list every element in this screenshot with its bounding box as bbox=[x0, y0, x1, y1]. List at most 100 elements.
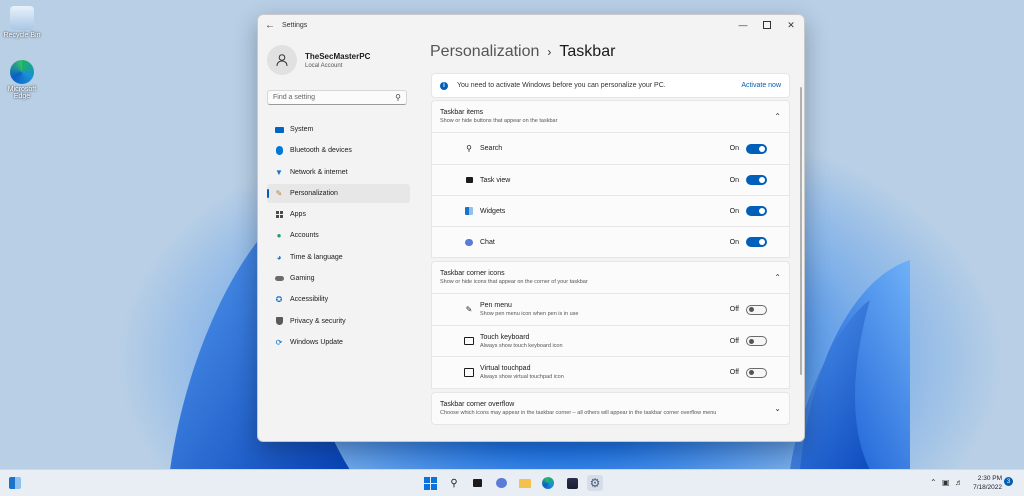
desktop-edge[interactable]: Microsoft Edge bbox=[0, 60, 44, 100]
start-button[interactable] bbox=[422, 475, 438, 491]
gamepad-icon bbox=[274, 274, 284, 284]
row-pen-menu: ✎ Pen menu Show pen menu icon when pen i… bbox=[431, 294, 790, 326]
sidebar-item-accounts[interactable]: ● Accounts bbox=[267, 226, 410, 245]
keyboard-icon bbox=[464, 336, 474, 346]
sidebar-item-system[interactable]: System bbox=[267, 120, 410, 139]
row-sublabel: Show pen menu icon when pen is in use bbox=[480, 311, 579, 317]
sidebar-item-label: Network & internet bbox=[290, 168, 348, 176]
notification-badge[interactable]: 3 bbox=[1004, 477, 1013, 486]
pen-menu-toggle[interactable] bbox=[746, 304, 767, 315]
taskbar-clock[interactable]: 2:30 PM 7/18/2022 bbox=[968, 474, 1002, 492]
settings-window: ← Settings — ✕ TheSecMasterPC Local Acco… bbox=[257, 14, 805, 442]
close-button[interactable]: ✕ bbox=[779, 15, 803, 35]
breadcrumb: Personalization › Taskbar bbox=[430, 43, 615, 61]
chevron-up-icon: ⌃ bbox=[774, 273, 781, 282]
accessibility-icon: ✪ bbox=[275, 295, 283, 305]
sidebar-item-label: Accounts bbox=[290, 232, 319, 240]
widgets-toggle[interactable] bbox=[746, 206, 767, 216]
section-subtitle: Show or hide icons that appear on the co… bbox=[440, 279, 588, 285]
search-input[interactable]: Find a setting ⚲ bbox=[267, 90, 407, 105]
breadcrumb-parent[interactable]: Personalization bbox=[430, 43, 539, 61]
close-icon: ✕ bbox=[787, 19, 795, 30]
row-chat: Chat On bbox=[431, 227, 790, 258]
task-view-toggle[interactable] bbox=[746, 175, 767, 185]
minimize-button[interactable]: — bbox=[731, 15, 755, 35]
sidebar-item-label: Gaming bbox=[290, 275, 315, 283]
globe-clock-icon: ◕ bbox=[276, 252, 282, 262]
sidebar-nav: System Bluetooth & devices ▼ Network & i… bbox=[267, 120, 410, 354]
edge-icon bbox=[542, 477, 554, 489]
maximize-button[interactable] bbox=[755, 15, 779, 35]
search-icon: ⚲ bbox=[466, 144, 472, 153]
task-view-button[interactable] bbox=[469, 475, 485, 491]
row-label: Chat bbox=[480, 238, 495, 246]
chevron-up-icon[interactable]: ⌃ bbox=[930, 478, 937, 487]
section-taskbar-corner-icons[interactable]: Taskbar corner icons Show or hide icons … bbox=[431, 261, 790, 294]
sidebar-item-network[interactable]: ▼ Network & internet bbox=[267, 163, 410, 182]
breadcrumb-separator: › bbox=[547, 45, 552, 59]
desktop-recycle-bin[interactable]: Recycle Bin bbox=[0, 6, 44, 39]
sidebar-item-accessibility[interactable]: ✪ Accessibility bbox=[267, 290, 410, 309]
activation-banner: i You need to activate Windows before yo… bbox=[431, 73, 790, 98]
sidebar-item-label: Privacy & security bbox=[290, 317, 346, 325]
section-taskbar-items[interactable]: Taskbar items Show or hide buttons that … bbox=[431, 100, 790, 133]
row-task-view: Task view On bbox=[431, 165, 790, 196]
sidebar-item-gaming[interactable]: Gaming bbox=[267, 269, 410, 288]
chat-toggle[interactable] bbox=[746, 237, 767, 247]
network-icon[interactable]: ▣ bbox=[942, 478, 950, 487]
search-toggle[interactable] bbox=[746, 143, 767, 154]
taskbar-search-button[interactable]: ⚲ bbox=[446, 475, 462, 491]
sidebar-item-label: Time & language bbox=[290, 253, 343, 261]
desktop-icon-label: Recycle Bin bbox=[3, 32, 41, 39]
clock-date: 7/18/2022 bbox=[973, 484, 1002, 491]
volume-icon[interactable]: ♬ bbox=[955, 478, 963, 487]
row-touch-keyboard: Touch keyboard Always show touch keyboar… bbox=[431, 326, 790, 357]
toggle-state: On bbox=[729, 238, 739, 246]
edge-button[interactable] bbox=[540, 475, 556, 491]
scrollbar[interactable] bbox=[800, 87, 802, 375]
chevron-up-icon: ⌃ bbox=[774, 112, 781, 121]
page-title: Taskbar bbox=[559, 43, 616, 60]
desktop-icon-label: Microsoft Edge bbox=[7, 86, 37, 100]
sidebar-item-time-language[interactable]: ◕ Time & language bbox=[267, 248, 410, 267]
recycle-bin-icon bbox=[10, 6, 34, 30]
touch-keyboard-toggle[interactable] bbox=[746, 336, 767, 346]
section-subtitle: Choose which icons may appear in the tas… bbox=[440, 410, 717, 416]
row-label: Search bbox=[480, 145, 503, 152]
section-taskbar-corner-overflow[interactable]: Taskbar corner overflow Choose which ico… bbox=[431, 392, 790, 425]
sidebar-item-bluetooth[interactable]: Bluetooth & devices bbox=[267, 141, 410, 160]
settings-taskbar-button[interactable]: ⚙ bbox=[587, 475, 603, 491]
touchpad-icon bbox=[464, 368, 474, 378]
folder-icon bbox=[519, 478, 531, 488]
widgets-icon bbox=[9, 477, 21, 489]
bluetooth-icon bbox=[274, 146, 284, 156]
brush-icon: ✎ bbox=[275, 188, 283, 198]
taskbar: ⚲ ⚙ ⌃ ▣ ♬ bbox=[0, 469, 1024, 496]
user-profile[interactable]: TheSecMasterPC Local Account bbox=[267, 45, 370, 75]
virtual-touchpad-toggle[interactable] bbox=[746, 367, 767, 378]
row-label: Task view bbox=[480, 176, 511, 184]
back-arrow-icon: ← bbox=[265, 19, 275, 31]
sidebar-item-windows-update[interactable]: ⟳ Windows Update bbox=[267, 333, 410, 352]
file-explorer-button[interactable] bbox=[517, 475, 533, 491]
back-button[interactable]: ← bbox=[258, 15, 282, 35]
sidebar-item-personalization[interactable]: ✎ Personalization bbox=[267, 183, 410, 203]
toggle-state: Off bbox=[729, 337, 739, 345]
gear-icon: ⚙ bbox=[589, 476, 601, 490]
row-sublabel: Always show virtual touchpad icon bbox=[480, 374, 564, 380]
banner-message: You need to activate Windows before you … bbox=[457, 82, 666, 89]
sidebar-item-label: Accessibility bbox=[290, 296, 329, 304]
chat-button[interactable] bbox=[493, 475, 509, 491]
activate-now-link[interactable]: Activate now bbox=[741, 82, 781, 89]
sidebar-item-privacy-security[interactable]: Privacy & security bbox=[267, 312, 410, 331]
maximize-icon bbox=[763, 21, 771, 29]
store-button[interactable] bbox=[564, 475, 580, 491]
sidebar-item-apps[interactable]: Apps bbox=[267, 205, 410, 224]
section-title: Taskbar corner overflow bbox=[440, 401, 515, 408]
pen-icon: ✎ bbox=[465, 305, 473, 314]
widgets-button[interactable] bbox=[7, 475, 23, 491]
profile-name: TheSecMasterPC bbox=[305, 51, 371, 61]
search-icon: ⚲ bbox=[450, 477, 458, 489]
toggle-state: Off bbox=[729, 369, 739, 376]
toggle-state: Off bbox=[729, 306, 739, 313]
